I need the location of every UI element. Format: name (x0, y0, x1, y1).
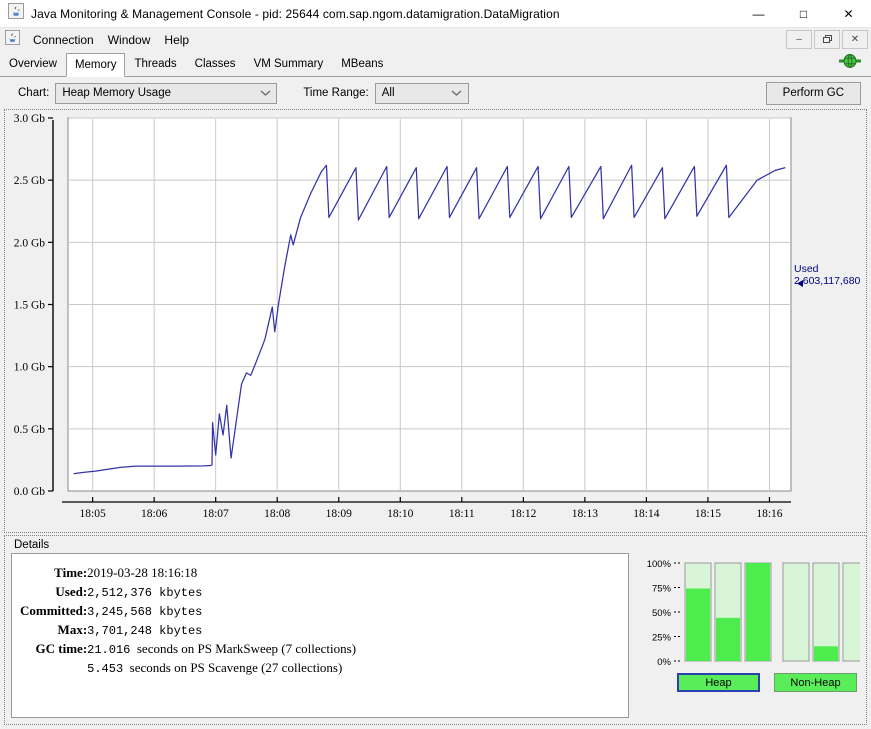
details-row-value: 3,701,248 kbytes (87, 624, 203, 638)
svg-text:3.0 Gb: 3.0 Gb (14, 113, 46, 125)
svg-text:18:11: 18:11 (449, 508, 475, 520)
svg-text:18:16: 18:16 (756, 508, 782, 520)
chart-select-value: Heap Memory Usage (62, 87, 171, 99)
svg-text:2.5 Gb: 2.5 Gb (14, 175, 46, 187)
details-text-area: Time: 2019-03-28 18:16:18 Used: 2,512,376 k… (11, 553, 629, 718)
svg-text:0.5 Gb: 0.5 Gb (14, 424, 46, 436)
pool-buttons: Heap Non-Heap (635, 673, 860, 692)
details-row-value: 2,512,376 kbytes (87, 586, 203, 600)
nonheap-bar-metaspace (812, 562, 840, 662)
details-row: GC time: 21.016 seconds on PS MarkSweep (… (20, 641, 357, 660)
window-title: Java Monitoring & Management Console - p… (31, 6, 560, 21)
svg-text:1.5 Gb: 1.5 Gb (14, 300, 46, 312)
svg-text:2.0 Gb: 2.0 Gb (14, 237, 46, 249)
connection-status-icon (839, 53, 861, 74)
tab-classes[interactable]: Classes (186, 52, 245, 76)
details-row-value: 21.016 seconds on PS MarkSweep (7 collec… (87, 641, 357, 657)
legend-marker-icon (796, 275, 805, 293)
menu-bar: Connection Window Help – ✕ (0, 28, 871, 52)
details-row: Committed: 3,245,568 kbytes (20, 603, 356, 622)
details-body: Time: 2019-03-28 18:16:18 Used: 2,512,376 k… (5, 553, 866, 724)
tab-bar: Overview Memory Threads Classes VM Summa… (0, 52, 871, 77)
details-row-label: GC time: (35, 641, 88, 656)
tab-vm-summary[interactable]: VM Summary (245, 52, 333, 76)
details-table: Time: 2019-03-28 18:16:18 Used: 2,512,376 k… (20, 565, 356, 679)
svg-text:0.0 Gb: 0.0 Gb (14, 486, 46, 498)
time-range-select[interactable]: All (374, 82, 469, 104)
details-row-label: Max: (57, 622, 88, 637)
svg-text:18:09: 18:09 (326, 508, 352, 520)
perform-gc-button[interactable]: Perform GC (765, 81, 861, 105)
memory-chart-panel: 0.0 Gb 0.5 Gb 1.0 Gb 1.5 Gb 2.0 Gb 2.5 Gb 3.0 … (4, 109, 867, 533)
details-row-label: Committed: (20, 603, 88, 618)
chevron-down-icon (256, 89, 274, 97)
details-row-label (20, 660, 87, 679)
window-minimize-button[interactable]: — (736, 0, 781, 28)
java-cup-icon (8, 3, 24, 24)
window-maximize-button[interactable]: □ (781, 0, 826, 28)
chart-select[interactable]: Heap Memory Usage (55, 82, 278, 104)
svg-text:18:13: 18:13 (572, 508, 598, 520)
details-row-value: 2019-03-28 18:16:18 (87, 565, 198, 580)
heap-pool-button[interactable]: Heap (677, 673, 760, 692)
nonheap-bar-code-cache (782, 562, 810, 662)
svg-text:100%: 100% (647, 559, 672, 570)
java-cup-icon-menu (5, 30, 20, 50)
legend-series-name: Used (794, 263, 819, 275)
time-range-value: All (381, 87, 395, 99)
svg-text:25%: 25% (652, 633, 672, 644)
mdi-minimize-button[interactable]: – (786, 30, 812, 49)
svg-text:18:14: 18:14 (633, 508, 659, 520)
menu-item-help[interactable]: Help (157, 30, 196, 50)
jconsole-window: Java Monitoring & Management Console - p… (0, 0, 871, 729)
details-row: Max: 3,701,248 kbytes (20, 622, 356, 641)
details-row-label: Time: (54, 565, 88, 580)
nonheap-bar-compressed-class-space (842, 562, 860, 662)
window-close-button[interactable]: ✕ (826, 0, 871, 28)
details-row: Used: 2,512,376 kbytes (20, 584, 356, 603)
svg-text:18:05: 18:05 (80, 508, 106, 520)
svg-text:0%: 0% (657, 657, 671, 668)
window-titlebar: Java Monitoring & Management Console - p… (0, 0, 871, 28)
details-row-label: Used: (55, 584, 88, 599)
svg-text:1.0 Gb: 1.0 Gb (14, 362, 46, 374)
heap-memory-usage-chart[interactable]: 0.0 Gb 0.5 Gb 1.0 Gb 1.5 Gb 2.0 Gb 2.5 Gb 3.0 … (5, 110, 866, 532)
menu-item-connection[interactable]: Connection (26, 30, 101, 50)
svg-text:18:10: 18:10 (387, 508, 413, 520)
tab-overview[interactable]: Overview (0, 52, 66, 76)
svg-text:75%: 75% (652, 584, 672, 595)
mdi-restore-button[interactable] (814, 30, 840, 49)
details-title: Details (14, 539, 50, 551)
time-range-label: Time Range: (303, 87, 369, 99)
svg-text:18:07: 18:07 (203, 508, 229, 520)
memory-pool-panel: 100% 75% 50% 25% 0% Heap Non-Heap (635, 553, 860, 718)
svg-text:18:12: 18:12 (510, 508, 536, 520)
details-row: 5.453 seconds on PS Scavenge (27 collect… (20, 660, 356, 679)
window-controls: — □ ✕ (736, 0, 871, 28)
details-row-value: 5.453 seconds on PS Scavenge (27 collect… (87, 660, 343, 676)
svg-text:18:08: 18:08 (264, 508, 290, 520)
menu-item-window[interactable]: Window (101, 30, 158, 50)
details-row: Time: 2019-03-28 18:16:18 (20, 565, 356, 584)
mdi-window-controls: – ✕ (786, 30, 868, 49)
svg-text:18:15: 18:15 (695, 508, 721, 520)
svg-text:18:06: 18:06 (141, 508, 167, 520)
tab-mbeans[interactable]: MBeans (332, 52, 392, 76)
tab-threads[interactable]: Threads (125, 52, 185, 76)
nonheap-pool-button[interactable]: Non-Heap (774, 673, 857, 692)
svg-text:50%: 50% (652, 608, 672, 619)
memory-pool-bars[interactable]: 100% 75% 50% 25% 0% (635, 553, 860, 671)
details-row-value: 3,245,568 kbytes (87, 605, 203, 619)
chevron-down-icon-range (448, 89, 466, 97)
tab-memory[interactable]: Memory (65, 53, 126, 77)
details-panel: Details Time: 2019-03-28 18:16:18 Used: 2,5… (4, 535, 867, 725)
chart-select-label: Chart: (18, 87, 50, 99)
mdi-close-button[interactable]: ✕ (842, 30, 868, 49)
chart-toolbar: Chart: Heap Memory Usage Time Range: All… (0, 77, 871, 109)
